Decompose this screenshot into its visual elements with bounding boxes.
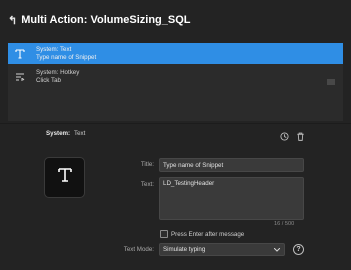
action-title: System: Text bbox=[36, 45, 72, 53]
system-value: Text bbox=[74, 130, 86, 137]
title-label: Title: bbox=[140, 161, 154, 168]
action-preview-icon bbox=[44, 157, 85, 198]
text-mode-value: Simulate typing bbox=[163, 246, 206, 253]
text-label: Text: bbox=[140, 181, 154, 188]
text-tool-icon bbox=[14, 48, 26, 60]
text-mode-label: Text Mode: bbox=[123, 246, 154, 253]
action-subtitle: Type name of Snippet bbox=[36, 53, 97, 61]
action-item-system-text[interactable]: System: Text Type name of Snippet bbox=[8, 43, 343, 64]
trash-icon[interactable] bbox=[296, 128, 305, 146]
text-field[interactable]: LD_TestingHeader bbox=[159, 177, 304, 220]
back-icon[interactable]: ↰ bbox=[8, 14, 17, 27]
header: ↰ Multi Action: VolumeSizing_SQL bbox=[0, 0, 351, 40]
system-label: System: bbox=[46, 130, 71, 137]
page-title: Multi Action: VolumeSizing_SQL bbox=[21, 14, 191, 26]
press-enter-checkbox[interactable] bbox=[160, 230, 168, 238]
press-enter-label[interactable]: Press Enter after message bbox=[171, 231, 244, 238]
title-field[interactable]: Type name of Snippet bbox=[159, 158, 304, 172]
action-title: System: Hotkey bbox=[36, 68, 80, 76]
divider bbox=[0, 123, 351, 124]
text-mode-select[interactable]: Simulate typing bbox=[159, 243, 285, 256]
history-icon[interactable] bbox=[280, 128, 289, 146]
action-list: System: Text Type name of Snippet System… bbox=[8, 43, 343, 121]
action-subtitle: Click Tab bbox=[36, 76, 61, 84]
drag-handle-icon[interactable] bbox=[327, 72, 335, 90]
help-icon[interactable]: ? bbox=[293, 244, 304, 255]
hotkey-icon bbox=[14, 71, 26, 83]
text-tool-icon bbox=[56, 166, 74, 189]
char-counter: 16 / 500 bbox=[274, 221, 295, 227]
chevron-down-icon bbox=[273, 247, 281, 255]
action-item-system-hotkey[interactable]: System: Hotkey Click Tab bbox=[8, 66, 343, 87]
